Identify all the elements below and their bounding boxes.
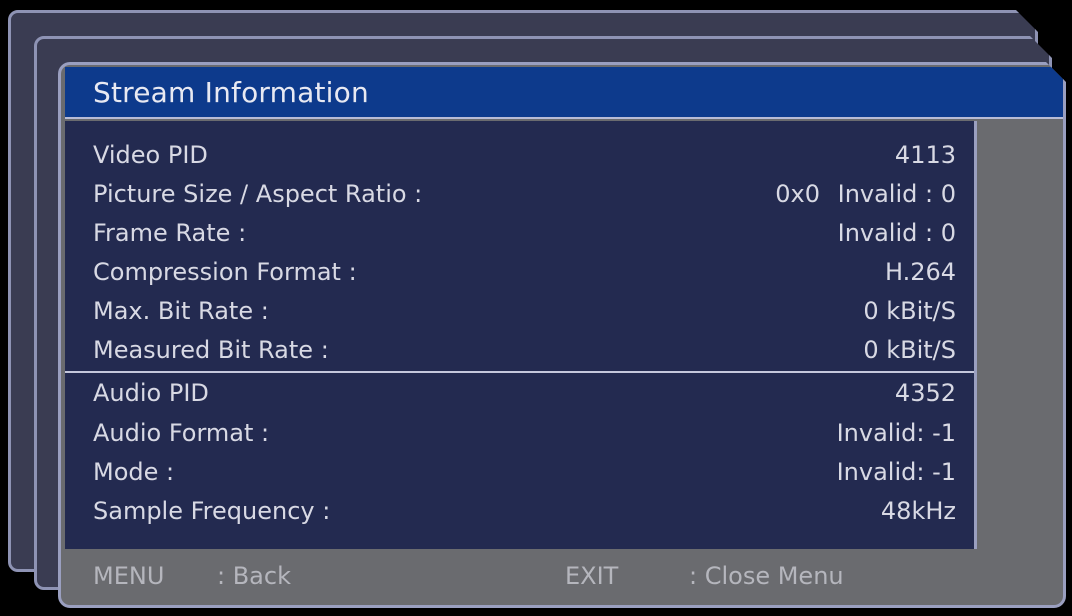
sample-frequency-row: Sample Frequency : 48kHz xyxy=(65,491,974,531)
max-bit-rate-row: Max. Bit Rate : 0 kBit/S xyxy=(65,291,974,331)
mode-value: Invalid: -1 xyxy=(836,458,956,486)
compression-format-row: Compression Format : H.264 xyxy=(65,252,974,292)
max-bit-rate-label: Max. Bit Rate : xyxy=(93,297,269,325)
frame-rate-label: Frame Rate : xyxy=(93,219,247,247)
exit-key-hint[interactable]: EXIT xyxy=(565,547,618,605)
key-hint-bar: MENU : Back EXIT : Close Menu xyxy=(61,547,1063,605)
picture-size-label: Picture Size / Aspect Ratio : xyxy=(93,180,423,208)
max-bit-rate-value: 0 kBit/S xyxy=(863,297,956,325)
measured-bit-rate-row: Measured Bit Rate : 0 kBit/S xyxy=(65,330,974,370)
compression-format-label: Compression Format : xyxy=(93,258,357,286)
menu-key-hint[interactable]: MENU xyxy=(93,547,164,605)
exit-close-menu-hint: : Close Menu xyxy=(689,562,844,590)
audio-format-label: Audio Format : xyxy=(93,419,270,447)
mode-label: Mode : xyxy=(93,458,175,486)
audio-pid-row: Audio PID 4352 xyxy=(65,373,974,413)
frame-rate-row: Frame Rate : Invalid : 0 xyxy=(65,213,974,253)
video-pid-label: Video PID xyxy=(93,141,208,169)
video-pid-value: 4113 xyxy=(894,141,956,169)
stream-info-panel: Video PID 4113 Picture Size / Aspect Rat… xyxy=(65,121,977,549)
aspect-ratio-value: Invalid : 0 xyxy=(837,180,956,208)
compression-format-value: H.264 xyxy=(884,258,956,286)
dialog-title: Stream Information xyxy=(93,76,369,109)
picture-size-value: 0x0 xyxy=(775,180,820,208)
audio-pid-label: Audio PID xyxy=(93,379,209,407)
mode-row: Mode : Invalid: -1 xyxy=(65,452,974,492)
sample-frequency-value: 48kHz xyxy=(880,497,956,525)
frame-rate-value: Invalid : 0 xyxy=(837,219,956,247)
screen: Stream Information Video PID 4113 Pictur… xyxy=(0,0,1072,616)
title-bar: Stream Information xyxy=(65,67,1063,119)
video-pid-row: Video PID 4113 xyxy=(65,135,974,175)
audio-format-value: Invalid: -1 xyxy=(836,419,956,447)
stream-information-dialog: Stream Information Video PID 4113 Pictur… xyxy=(58,62,1066,608)
sample-frequency-label: Sample Frequency : xyxy=(93,497,331,525)
measured-bit-rate-label: Measured Bit Rate : xyxy=(93,336,329,364)
audio-format-row: Audio Format : Invalid: -1 xyxy=(65,413,974,453)
menu-back-hint: : Back xyxy=(217,562,291,590)
picture-size-row: Picture Size / Aspect Ratio : 0x0 Invali… xyxy=(65,174,974,214)
measured-bit-rate-value: 0 kBit/S xyxy=(863,336,956,364)
audio-pid-value: 4352 xyxy=(894,379,956,407)
